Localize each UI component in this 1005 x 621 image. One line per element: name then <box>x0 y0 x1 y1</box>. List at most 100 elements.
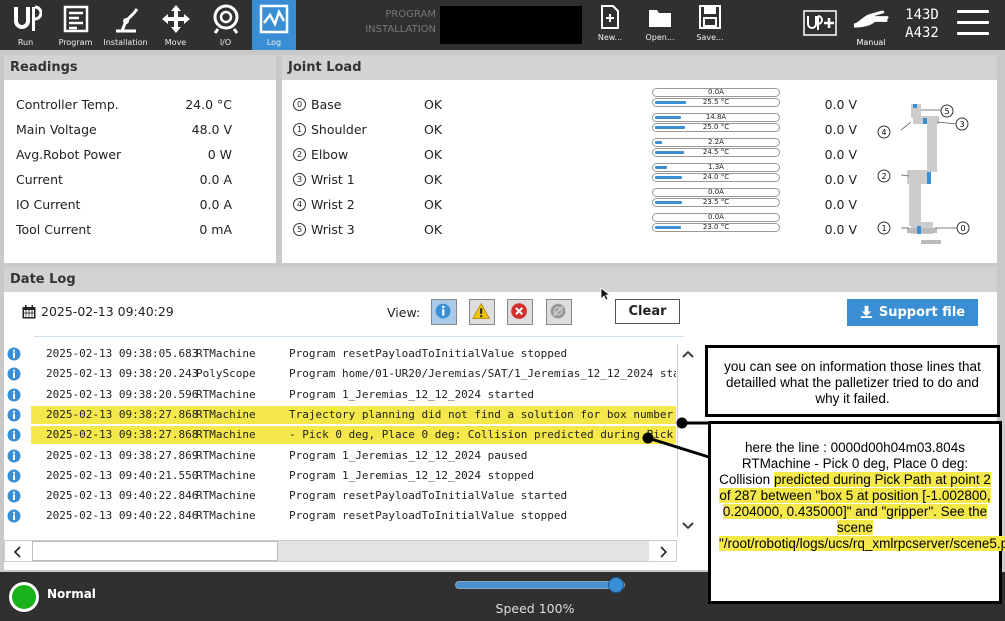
reading-value: 0 mA <box>199 222 232 237</box>
log-row[interactable]: 2025-02-13 09:40:22.846 RTMachine Program … <box>4 486 676 506</box>
chevron-up-icon[interactable] <box>680 346 696 362</box>
temperature-gauge: 25.0 °C <box>652 123 780 132</box>
joint-load-panel: Joint Load 0 Base OK 0.0A 25.5 °C 0.0 V 1 Shoul… <box>282 55 997 263</box>
nav-run-label: Run <box>17 38 34 47</box>
log-row[interactable]: 2025-02-13 09:38:20.596 RTMachine Program … <box>4 385 676 405</box>
nav-program[interactable]: Program <box>52 0 99 50</box>
save-button-label: Save... <box>696 33 724 42</box>
filter-info-button[interactable] <box>431 299 457 325</box>
readings-title: Readings <box>4 55 276 80</box>
nav-move[interactable]: Move <box>152 0 199 50</box>
save-button[interactable]: Save... <box>690 0 730 50</box>
scrollbar-track[interactable] <box>278 541 649 561</box>
scrollbar-thumb[interactable] <box>32 541 278 561</box>
joint-number-badge: 0 <box>293 98 306 111</box>
log-source: RTMachine <box>196 347 256 360</box>
log-message: Program 1_Jeremias_12_12_2024 started <box>289 387 535 401</box>
joint-number-badge: 2 <box>293 148 306 161</box>
joint-name: Wrist 2 <box>311 197 355 212</box>
log-source: RTMachine <box>196 489 256 503</box>
clear-button[interactable]: Clear <box>615 299 680 324</box>
filter-other-button[interactable] <box>546 299 572 325</box>
joint-name: Base <box>311 97 342 112</box>
chevron-right-icon[interactable] <box>656 544 672 560</box>
robot-id-line2: A432 <box>905 25 939 41</box>
temperature-gauge: 25.5 °C <box>652 98 780 107</box>
support-file-button[interactable]: Support file <box>847 299 978 326</box>
chevron-down-icon[interactable] <box>680 518 696 534</box>
log-row[interactable]: 2025-02-13 09:40:22.846 RTMachine Program … <box>4 506 676 524</box>
joint-status: OK <box>424 172 443 187</box>
joint-status: OK <box>424 97 443 112</box>
temperature-gauge-label: 24.5 °C <box>702 148 730 156</box>
current-gauge: 14.8A <box>652 113 780 122</box>
log-message: Program 1_Jeremias_12_12_2024 stopped <box>289 468 535 482</box>
support-file-label: Support file <box>878 305 966 320</box>
new-button[interactable]: New... <box>590 0 630 50</box>
info-icon <box>7 347 21 361</box>
log-source: RTMachine <box>196 468 256 482</box>
nav-log-label: Log <box>266 38 282 47</box>
log-list[interactable]: 2025-02-13 09:38:05.683 RTMachine Program … <box>4 344 676 524</box>
joint-voltage: 0.0 V <box>824 147 857 162</box>
log-source: RTMachine <box>196 448 256 462</box>
joint-voltage: 0.0 V <box>824 197 857 212</box>
reading-row: Controller Temp. 24.0 °C <box>16 97 232 117</box>
reading-label: Current <box>16 172 63 187</box>
nav-log[interactable]: Log <box>252 0 296 50</box>
log-row[interactable]: 2025-02-13 09:38:27.869 RTMachine Program … <box>4 446 676 466</box>
log-row[interactable]: 2025-02-13 09:38:05.683 RTMachine Program … <box>4 344 676 364</box>
installation-label: INSTALLATION <box>365 24 436 35</box>
robot-arm-diagram: 5 3 4 2 1 0 <box>877 104 970 244</box>
robot-id-line1: 143D <box>905 7 939 23</box>
urplus-icon[interactable] <box>803 10 837 36</box>
log-row[interactable]: 2025-02-13 09:38:20.243 PolyScope Program … <box>4 364 676 384</box>
temperature-gauge-fill <box>655 176 683 179</box>
joint-gauges: 2.2A 24.5 °C <box>652 138 782 160</box>
nav-move-label: Move <box>164 38 187 47</box>
reading-row: Current 0.0 A <box>16 172 232 192</box>
nav-run[interactable]: Run <box>2 0 49 50</box>
joint-diagram-label: 0 <box>960 224 965 233</box>
temperature-gauge-label: 23.0 °C <box>702 223 730 231</box>
joint-number-badge: 1 <box>293 123 306 136</box>
current-gauge: 2.2A <box>652 138 780 147</box>
divider <box>34 336 684 337</box>
new-file-icon <box>601 5 619 29</box>
robot-id: 143D A432 <box>900 6 944 42</box>
open-button[interactable]: Open... <box>640 0 680 50</box>
log-source: RTMachine <box>196 407 256 421</box>
info-icon <box>7 408 21 422</box>
log-message: Trajectory planning did not find a solut… <box>289 407 676 421</box>
joint-name: Shoulder <box>311 122 367 137</box>
reading-value: 0 W <box>207 147 232 162</box>
joint-voltage: 0.0 V <box>824 222 857 237</box>
log-message: Program home/01-UR20/Jeremias/SAT/1_Jere… <box>289 367 676 381</box>
status-indicator-icon[interactable] <box>9 582 39 612</box>
log-message: Program resetPayloadToInitialValue stopp… <box>289 347 568 360</box>
nav-installation[interactable]: Installation <box>102 0 149 50</box>
horizontal-scrollbar[interactable] <box>4 540 677 562</box>
nav-program-label: Program <box>58 38 93 47</box>
joint-gauges: 0.0A 25.5 °C <box>652 88 782 110</box>
filter-error-button[interactable] <box>507 299 533 325</box>
reading-value: 0.0 A <box>199 197 232 212</box>
log-row[interactable]: 2025-02-13 09:38:27.868 RTMachine - Pick … <box>4 425 676 445</box>
log-message: Program resetPayloadToInitialValue start… <box>289 489 568 503</box>
speed-slider[interactable] <box>455 581 625 589</box>
log-time: 2025-02-13 09:38:27.868 <box>46 428 199 442</box>
reading-row: Main Voltage 48.0 V <box>16 122 232 142</box>
nav-io[interactable]: I/O <box>202 0 249 50</box>
log-row[interactable]: 2025-02-13 09:38:27.868 RTMachine Trajecto… <box>4 405 676 425</box>
chevron-left-icon[interactable] <box>9 544 25 560</box>
filter-warning-button[interactable] <box>469 299 495 325</box>
log-message: Program resetPayloadToInitialValue stopp… <box>289 509 568 523</box>
new-button-label: New... <box>597 33 623 42</box>
hamburger-menu-icon[interactable] <box>957 10 989 38</box>
program-name-field[interactable] <box>440 6 582 44</box>
speed-slider-handle[interactable] <box>608 577 624 593</box>
manual-mode-button[interactable]: Manual <box>850 0 892 50</box>
current-gauge-label: 0.0A <box>708 213 724 221</box>
log-row[interactable]: 2025-02-13 09:40:21.550 RTMachine Program … <box>4 466 676 486</box>
log-message: - Pick 0 deg, Place 0 deg: Collision pre… <box>289 428 676 442</box>
